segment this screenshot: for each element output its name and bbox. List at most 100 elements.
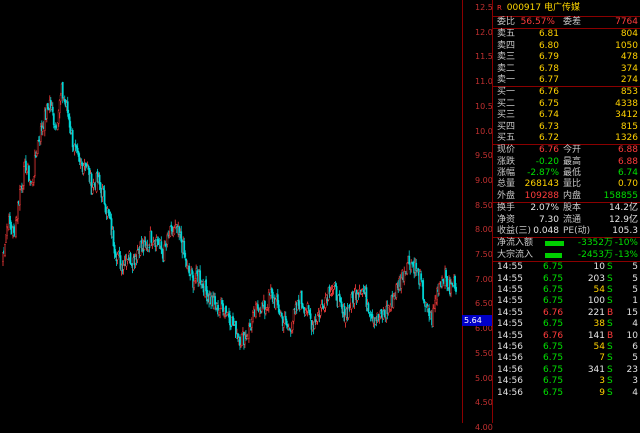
level-price: 6.78 xyxy=(538,63,559,74)
candle-body xyxy=(2,252,4,262)
candle-body xyxy=(51,106,54,112)
candle-body xyxy=(77,151,80,157)
tick-row[interactable]: 14:55 6.76 221 B 15 xyxy=(493,308,640,319)
kline-chart[interactable] xyxy=(0,0,462,423)
level-volume: 374 xyxy=(620,63,638,74)
tick-volume: 3 xyxy=(599,376,605,387)
level-volume: 3412 xyxy=(615,110,638,121)
level-volume: 853 xyxy=(620,87,638,98)
candle-body xyxy=(417,268,420,271)
tick-side: S xyxy=(607,376,613,387)
stock-name: 电广传媒 xyxy=(543,3,580,13)
tick-row[interactable]: 14:56 6.75 54 S 6 xyxy=(493,342,640,353)
stats-row: 换手 2.07% 股本 14.2亿 xyxy=(493,203,640,214)
tick-price: 6.75 xyxy=(543,319,564,330)
candle-body xyxy=(99,182,102,190)
candle-body xyxy=(365,287,368,307)
candle-body xyxy=(31,182,34,185)
candle-body xyxy=(450,283,452,294)
level-price: 6.72 xyxy=(538,132,559,143)
quote-label: 量比 xyxy=(563,179,582,190)
tick-time: 14:56 xyxy=(497,387,523,398)
tick-row[interactable]: 14:55 6.75 100 S 1 xyxy=(493,296,640,307)
ask-row[interactable]: 卖四 6.80 1050 xyxy=(493,41,640,52)
candle-body xyxy=(118,251,121,255)
flow-amount: -3352万 xyxy=(577,238,613,249)
candle-body xyxy=(112,230,115,247)
candle-body xyxy=(104,204,107,213)
candle-body xyxy=(129,253,132,265)
quote-value: 268143 xyxy=(524,179,559,190)
level-label: 卖四 xyxy=(497,40,516,51)
candle-body xyxy=(446,276,448,287)
tick-row[interactable]: 14:55 6.75 54 S 5 xyxy=(493,285,640,296)
bid-row[interactable]: 买二 6.75 4338 xyxy=(493,99,640,110)
tick-row[interactable]: 14:56 6.75 9 S 4 xyxy=(493,388,640,399)
tick-count: 4 xyxy=(632,387,638,398)
bid-row[interactable]: 买五 6.72 1326 xyxy=(493,133,640,144)
tick-side: S xyxy=(607,262,613,273)
tick-time: 14:55 xyxy=(497,330,523,341)
candle-body xyxy=(286,324,289,328)
tick-list[interactable]: 14:55 6.75 10 S 5 14:55 6.75 203 S 5 14:55 6.75 54 S 5… xyxy=(493,261,640,399)
candle-body xyxy=(103,190,106,205)
level-label: 买三 xyxy=(497,110,516,121)
kline-svg[interactable] xyxy=(0,0,462,423)
level-price: 6.75 xyxy=(538,98,559,109)
stats-list: 换手 2.07% 股本 14.2亿 净资 7.30 流通 12.9亿 收益(三) 0.048 PE(… xyxy=(493,202,640,237)
bid-row[interactable]: 买四 6.73 815 xyxy=(493,122,640,133)
tick-volume: 9 xyxy=(599,387,605,398)
candle-body xyxy=(432,308,435,327)
level-label: 卖五 xyxy=(497,29,516,40)
stock-title[interactable]: R 000917 电广传媒 xyxy=(493,0,640,16)
ask-row[interactable]: 卖五 6.81 804 xyxy=(493,29,640,40)
candle-body xyxy=(319,307,322,316)
stats-label: 流通 xyxy=(563,214,582,225)
bid-row[interactable]: 买一 6.76 853 xyxy=(493,87,640,98)
fund-flow-row: 净流入额 -3352万 -10% xyxy=(493,238,640,249)
level-price: 6.80 xyxy=(538,40,559,51)
order-ratio: 56.57% xyxy=(520,17,555,27)
tick-count: 5 xyxy=(632,284,638,295)
fund-flow-list: 净流入额 -3352万 -10% 大宗流入 -2453万 -13% xyxy=(493,237,640,261)
candle-body xyxy=(305,311,308,314)
candle-body xyxy=(321,303,324,306)
tick-row[interactable]: 14:55 6.75 38 S 4 xyxy=(493,319,640,330)
quote-row: 现价 6.76 今开 6.88 xyxy=(493,145,640,156)
ask-row[interactable]: 卖二 6.78 374 xyxy=(493,64,640,75)
quote-label: 内盘 xyxy=(563,190,582,201)
candle-body xyxy=(367,303,370,312)
tick-row[interactable]: 14:55 6.75 10 S 5 xyxy=(493,262,640,273)
ask-row[interactable]: 卖三 6.79 478 xyxy=(493,52,640,63)
tick-side: S xyxy=(607,273,613,284)
axis-tick-label: 7.00 xyxy=(475,274,493,284)
tick-side: B xyxy=(607,307,614,318)
level-label: 买一 xyxy=(497,87,516,98)
tick-row[interactable]: 14:56 6.75 3 S 3 xyxy=(493,376,640,387)
level-volume: 1326 xyxy=(615,132,638,143)
tick-price: 6.75 xyxy=(543,387,564,398)
candle-body xyxy=(406,263,409,274)
quote-label: 涨跌 xyxy=(497,156,516,167)
tick-price: 6.76 xyxy=(543,307,564,318)
candle-body xyxy=(126,259,129,262)
flow-label: 净流入额 xyxy=(497,238,534,249)
tick-side: S xyxy=(607,296,613,307)
candle-body xyxy=(22,186,24,189)
candle-body xyxy=(438,283,440,294)
candle-body xyxy=(56,122,59,130)
candle-body xyxy=(408,255,411,265)
quote-label: 总量 xyxy=(497,179,516,190)
rights-flag: R xyxy=(497,4,502,12)
tick-row[interactable]: 14:56 6.75 7 S 5 xyxy=(493,353,640,364)
tick-row[interactable]: 14:55 6.76 141 B 10 xyxy=(493,331,640,342)
candle-body xyxy=(297,299,300,306)
tick-row[interactable]: 14:55 6.75 203 S 5 xyxy=(493,274,640,285)
quote-label: 最低 xyxy=(563,168,582,179)
tick-count: 10 xyxy=(626,330,638,341)
tick-time: 14:55 xyxy=(497,307,523,318)
quote-value: 6.76 xyxy=(538,145,559,156)
tick-row[interactable]: 14:56 6.75 341 S 23 xyxy=(493,365,640,376)
ask-row[interactable]: 卖一 6.77 274 xyxy=(493,75,640,86)
bid-row[interactable]: 买三 6.74 3412 xyxy=(493,110,640,121)
